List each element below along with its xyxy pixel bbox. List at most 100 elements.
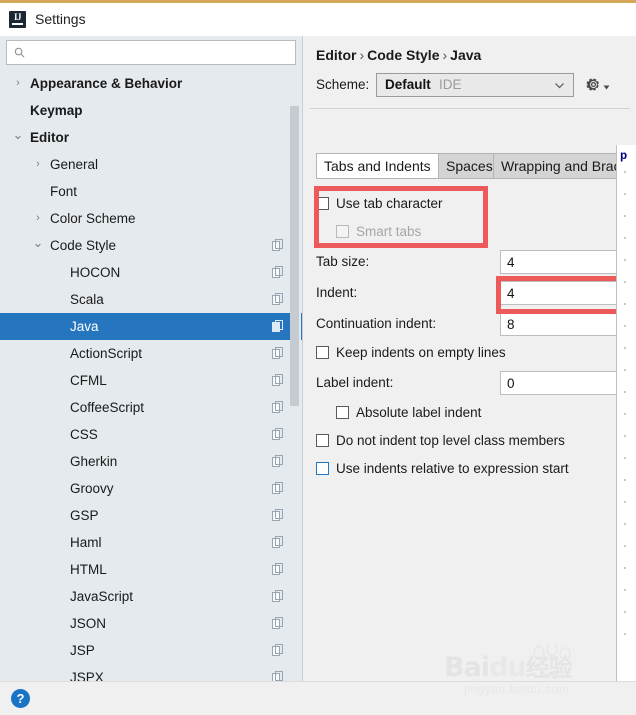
- sidebar-item-gsp[interactable]: GSP: [0, 502, 302, 529]
- relative-indents-row[interactable]: Use indents relative to expression start: [316, 458, 569, 480]
- chevron-down-icon[interactable]: ⌄: [32, 232, 44, 254]
- tab-spaces[interactable]: Spaces: [438, 153, 494, 179]
- preview-gutter-dot: [624, 325, 626, 327]
- sidebar-item-label: JavaScript: [70, 589, 134, 604]
- preview-gutter-dot: [624, 369, 626, 371]
- copy-scheme-icon[interactable]: [272, 347, 284, 359]
- copy-scheme-icon[interactable]: [272, 617, 284, 629]
- keep-indents-checkbox[interactable]: [316, 346, 329, 359]
- preview-gutter-dot: [624, 523, 626, 525]
- tab-tabs-and-indents[interactable]: Tabs and Indents: [316, 153, 439, 179]
- use-tab-character-checkbox[interactable]: [316, 197, 329, 210]
- copy-scheme-icon[interactable]: [272, 239, 284, 251]
- sidebar-item-coffeescript[interactable]: CoffeeScript: [0, 394, 302, 421]
- sidebar-item-font[interactable]: Font: [0, 178, 302, 205]
- sidebar-item-label: Editor: [30, 130, 69, 145]
- preview-gutter-dot: [624, 611, 626, 613]
- sidebar-item-actionscript[interactable]: ActionScript: [0, 340, 302, 367]
- absolute-label-indent-checkbox[interactable]: [336, 406, 349, 419]
- absolute-label-indent-row[interactable]: Absolute label indent: [336, 402, 481, 424]
- search-box[interactable]: [6, 40, 297, 66]
- sidebar-item-gherkin[interactable]: Gherkin: [0, 448, 302, 475]
- indent-field[interactable]: [500, 281, 620, 305]
- sidebar-item-label: Groovy: [70, 481, 114, 496]
- sidebar-item-label: CFML: [70, 373, 107, 388]
- copy-scheme-icon[interactable]: [272, 671, 284, 681]
- relative-indents-checkbox[interactable]: [316, 462, 329, 475]
- sidebar-item-haml[interactable]: Haml: [0, 529, 302, 556]
- copy-scheme-icon[interactable]: [272, 401, 284, 413]
- absolute-label-indent-label: Absolute label indent: [356, 405, 482, 420]
- tab-underline: [316, 178, 624, 179]
- tab-size-field[interactable]: [500, 250, 620, 274]
- sidebar-scrollbar-thumb[interactable]: [290, 106, 299, 406]
- preview-gutter-dot: [624, 347, 626, 349]
- sidebar-item-jspx[interactable]: JSPX: [0, 664, 302, 681]
- sidebar-item-label: Color Scheme: [50, 211, 136, 226]
- sidebar-item-html[interactable]: HTML: [0, 556, 302, 583]
- copy-scheme-icon[interactable]: [272, 509, 284, 521]
- breadcrumb-part-code-style[interactable]: Code Style: [367, 47, 439, 63]
- code-preview-panel: p: [616, 145, 636, 681]
- sidebar-item-general[interactable]: › General: [0, 151, 302, 178]
- copy-scheme-icon[interactable]: [272, 293, 284, 305]
- sidebar-scrollbar-track[interactable]: [290, 70, 301, 681]
- sidebar-item-hocon[interactable]: HOCON: [0, 259, 302, 286]
- sidebar-item-java[interactable]: Java: [0, 313, 302, 340]
- sidebar-item-editor[interactable]: ⌄ Editor: [0, 124, 302, 151]
- sidebar-item-keymap[interactable]: Keymap: [0, 97, 302, 124]
- scheme-dropdown[interactable]: Default IDE: [376, 73, 574, 97]
- preview-gutter-dot: [624, 237, 626, 239]
- copy-scheme-icon[interactable]: [272, 536, 284, 548]
- sidebar-item-json[interactable]: JSON: [0, 610, 302, 637]
- smart-tabs-row: Smart tabs: [336, 221, 421, 243]
- chevron-down-icon[interactable]: ⌄: [12, 124, 24, 146]
- sidebar-item-color-scheme[interactable]: › Color Scheme: [0, 205, 302, 232]
- copy-scheme-icon[interactable]: [272, 374, 284, 386]
- tab-wrapping-and-brace[interactable]: Wrapping and Brace: [493, 153, 635, 179]
- continuation-indent-field[interactable]: [500, 312, 620, 336]
- scheme-settings-button[interactable]: [586, 74, 612, 96]
- sidebar-item-label: Font: [50, 184, 78, 199]
- copy-scheme-icon[interactable]: [272, 428, 284, 440]
- sidebar-item-code-style[interactable]: ⌄ Code Style: [0, 232, 302, 259]
- copy-scheme-icon[interactable]: [272, 266, 284, 278]
- sidebar-item-cfml[interactable]: CFML: [0, 367, 302, 394]
- smart-tabs-label: Smart tabs: [356, 224, 422, 239]
- chevron-right-icon[interactable]: ›: [32, 151, 44, 178]
- use-tab-character-row[interactable]: Use tab character: [316, 193, 443, 215]
- label-indent-field[interactable]: [500, 371, 620, 395]
- sidebar-item-css[interactable]: CSS: [0, 421, 302, 448]
- keep-indents-row[interactable]: Keep indents on empty lines: [316, 342, 506, 364]
- sidebar-item-appearance-behavior[interactable]: › Appearance & Behavior: [0, 70, 302, 97]
- preview-gutter-dot: [624, 545, 626, 547]
- copy-scheme-icon[interactable]: [272, 563, 284, 575]
- no-indent-top-level-row[interactable]: Do not indent top level class members: [316, 430, 565, 452]
- sidebar-item-label: GSP: [70, 508, 99, 523]
- no-indent-top-level-checkbox[interactable]: [316, 434, 329, 447]
- preview-gutter-dot: [624, 457, 626, 459]
- gear-icon: [586, 78, 599, 91]
- preview-gutter-dot: [624, 193, 626, 195]
- help-icon[interactable]: ?: [11, 689, 30, 708]
- settings-tree[interactable]: › Appearance & Behavior Keymap ⌄ Editor › Gene…: [0, 70, 302, 681]
- no-indent-top-level-label: Do not indent top level class members: [336, 433, 565, 448]
- copy-scheme-icon[interactable]: [272, 455, 284, 467]
- chevron-right-icon[interactable]: ›: [12, 70, 24, 97]
- copy-scheme-icon[interactable]: [272, 644, 284, 656]
- breadcrumb-part-editor[interactable]: Editor: [316, 47, 356, 63]
- sidebar-item-label: HTML: [70, 562, 107, 577]
- chevron-right-icon[interactable]: ›: [32, 205, 44, 232]
- preview-gutter-dot: [624, 303, 626, 305]
- copy-scheme-icon[interactable]: [272, 590, 284, 602]
- copy-scheme-icon[interactable]: [272, 320, 284, 332]
- settings-sidebar: › Appearance & Behavior Keymap ⌄ Editor › Gene…: [0, 36, 303, 681]
- sidebar-item-javascript[interactable]: JavaScript: [0, 583, 302, 610]
- sidebar-item-scala[interactable]: Scala: [0, 286, 302, 313]
- copy-scheme-icon[interactable]: [272, 482, 284, 494]
- relative-indents-label: Use indents relative to expression start: [336, 461, 569, 476]
- search-input[interactable]: [31, 41, 297, 66]
- sidebar-item-groovy[interactable]: Groovy: [0, 475, 302, 502]
- sidebar-item-label: Java: [70, 319, 99, 334]
- sidebar-item-jsp[interactable]: JSP: [0, 637, 302, 664]
